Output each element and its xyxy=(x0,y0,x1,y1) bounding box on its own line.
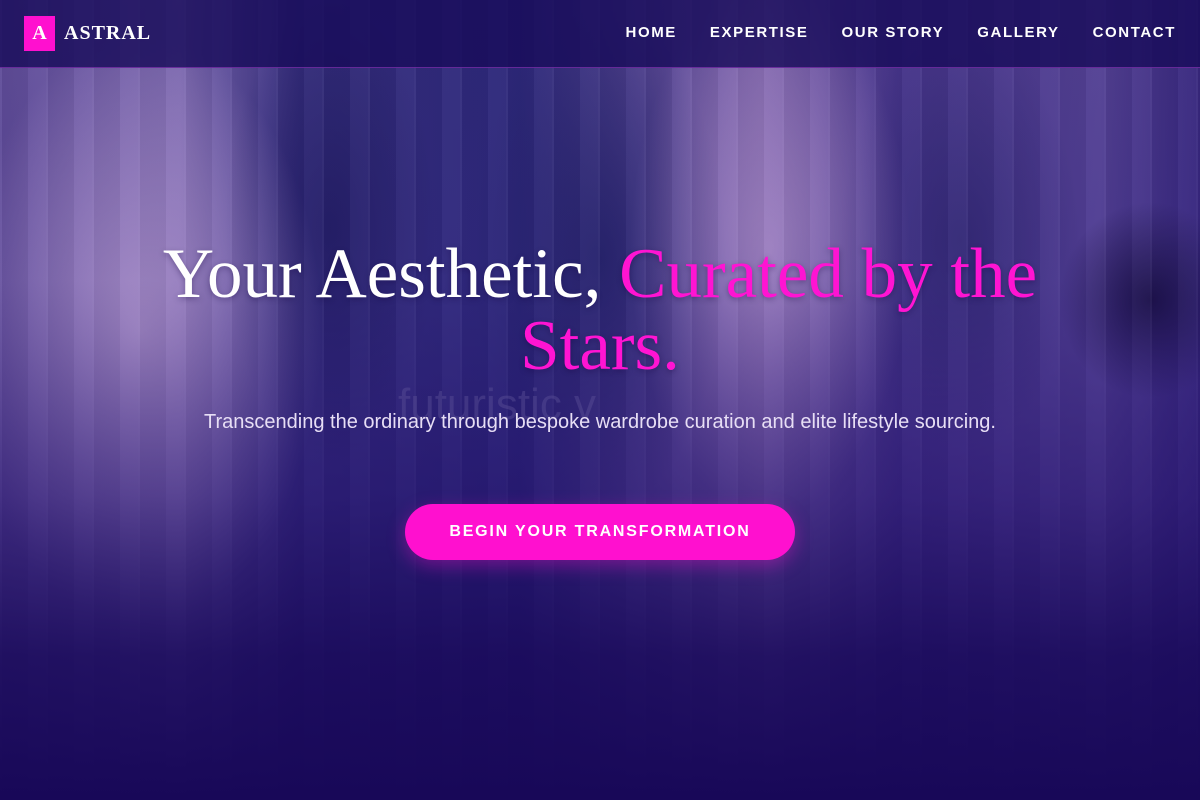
main-navigation: HOME EXPERTISE OUR STORY GALLERY CONTACT xyxy=(593,24,1176,41)
nav-link-gallery[interactable]: GALLERY xyxy=(977,24,1059,41)
begin-transformation-button[interactable]: BEGIN YOUR TRANSFORMATION xyxy=(405,504,795,560)
nav-link-expertise[interactable]: EXPERTISE xyxy=(710,24,809,41)
nav-link-our-story[interactable]: OUR STORY xyxy=(842,24,945,41)
brand-name: ASTRAL xyxy=(64,22,152,44)
nav-link-home[interactable]: HOME xyxy=(626,24,677,41)
brand-logo[interactable]: A ASTRAL xyxy=(24,16,151,51)
hero-title-main: Your Aesthetic, xyxy=(162,235,620,313)
hero-title: Your Aesthetic, Curated by the Stars. xyxy=(150,238,1050,382)
hero-subtitle: Transcending the ordinary through bespok… xyxy=(204,411,996,433)
logo-mark: A xyxy=(24,16,55,51)
top-navbar: A ASTRAL HOME EXPERTISE OUR STORY GALLER… xyxy=(0,0,1200,68)
nav-link-contact[interactable]: CONTACT xyxy=(1093,24,1176,41)
